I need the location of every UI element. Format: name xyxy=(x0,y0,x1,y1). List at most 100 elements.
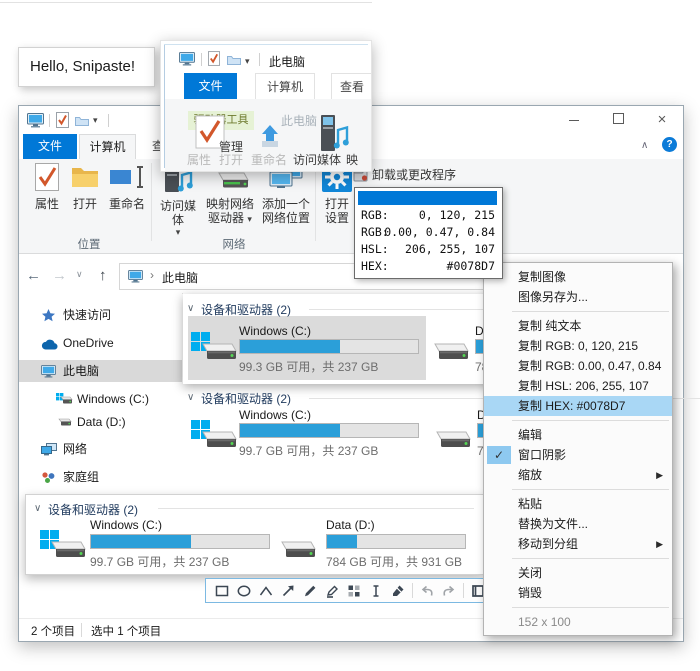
menu-item-copy-plain-text[interactable]: 复制 纯文本 xyxy=(484,316,672,336)
this-pc-icon xyxy=(179,52,195,66)
ribbon-rename-button[interactable]: 重命名 xyxy=(105,162,149,211)
collapse-ribbon-icon[interactable]: ∧ xyxy=(641,140,648,151)
section-header: 设备和驱动器 (2) xyxy=(201,390,291,407)
toolbar-separator-2 xyxy=(463,583,464,598)
hello-snipaste-snip[interactable]: Hello, Snipaste! xyxy=(18,47,155,87)
section-collapse-icon: ∨ xyxy=(187,303,194,314)
menu-item-window-shadow[interactable]: ✓窗口阴影 xyxy=(484,445,672,465)
submenu-arrow-icon: ▶ xyxy=(656,465,663,485)
homegroup-icon xyxy=(41,471,56,484)
arrow-tool[interactable] xyxy=(277,579,299,602)
menu-item-move-to-group[interactable]: 移动到分组▶ xyxy=(484,534,672,554)
back-icon[interactable]: ← xyxy=(26,268,41,283)
media-server-icon xyxy=(318,114,350,154)
sidebar-item-homegroup[interactable]: 家庭组 xyxy=(19,466,182,488)
close-button[interactable]: × xyxy=(641,106,683,134)
rectangle-tool[interactable] xyxy=(211,579,233,602)
menu-item-copy-rgb-float[interactable]: 复制 RGB: 0.00, 0.47, 0.84 xyxy=(484,356,672,376)
maximize-button[interactable] xyxy=(596,106,641,134)
pencil-tool[interactable] xyxy=(299,579,321,602)
snip-btn-open: 打开 xyxy=(219,151,243,168)
menu-item-copy-rgb[interactable]: 复制 RGB: 0, 120, 215 xyxy=(484,336,672,356)
drive-d-icon xyxy=(274,528,320,564)
screen-edge-line xyxy=(0,2,372,3)
menu-item-copy-hex[interactable]: 复制 HEX: #0078D7 xyxy=(484,396,672,416)
sidebar-item-quick-access[interactable]: 快速访问 xyxy=(19,304,182,326)
qat-customize-icon[interactable]: ▾ xyxy=(93,115,98,126)
this-pc-icon xyxy=(27,113,44,128)
polyline-tool[interactable] xyxy=(255,579,277,602)
open-folder-icon xyxy=(70,162,100,192)
ribbon-properties-button[interactable]: 属性 xyxy=(29,162,65,211)
drive-d-icon xyxy=(427,330,473,366)
undo-button[interactable] xyxy=(416,579,438,602)
sidebar-item-network[interactable]: 网络 xyxy=(19,438,182,460)
section-collapse-icon[interactable]: ∨ xyxy=(187,392,194,403)
maximize-icon xyxy=(613,113,624,124)
rgb-row: RGB:0, 120, 215 xyxy=(355,207,502,224)
menu-item-copy-hsl[interactable]: 复制 HSL: 206, 255, 107 xyxy=(484,376,672,396)
close-icon: × xyxy=(658,111,667,128)
menu-item-zoom[interactable]: 缩放▶ xyxy=(484,465,672,485)
color-swatch xyxy=(358,191,497,205)
tab-file[interactable]: 文件 xyxy=(23,134,77,159)
group-label-location: 位置 xyxy=(29,236,149,252)
up-icon[interactable]: ↑ xyxy=(99,268,107,283)
hsl-row: HSL:206, 255, 107 xyxy=(355,241,502,258)
usage-bar xyxy=(239,339,419,354)
sidebar-item-data-d[interactable]: Data (D:) xyxy=(19,411,182,433)
drive-d-icon xyxy=(429,418,475,454)
menu-item-copy-image[interactable]: 复制图像 xyxy=(484,267,672,287)
ellipse-tool[interactable] xyxy=(233,579,255,602)
menu-item-close[interactable]: 关闭 xyxy=(484,563,672,583)
ribbon-access-media-button[interactable]: 访问媒体 ▾ xyxy=(155,162,201,238)
properties-quick-icon[interactable] xyxy=(56,112,69,128)
minimize-button[interactable] xyxy=(551,106,596,134)
forward-icon[interactable]: → xyxy=(52,268,67,283)
group-label-network: 网络 xyxy=(174,236,294,252)
qat-customize-icon: ▾ xyxy=(245,56,250,67)
hello-snipaste-text: Hello, Snipaste! xyxy=(30,58,135,75)
snip-btn-rename: 重命名 xyxy=(251,151,287,168)
qat-separator xyxy=(201,53,202,66)
sidebar-item-windows-c[interactable]: Windows (C:) xyxy=(19,388,182,410)
tab-computer[interactable]: 计算机 xyxy=(79,134,136,160)
ribbon-open-button[interactable]: 打开 xyxy=(67,162,103,211)
drive-c-icon xyxy=(191,330,237,366)
menu-separator xyxy=(512,489,669,490)
drive-tile-windows-c: Windows (C:) 99.3 GB 可用，共 237 GB xyxy=(189,318,425,380)
redo-button[interactable] xyxy=(438,579,460,602)
eraser-tool[interactable] xyxy=(387,579,409,602)
sidebar-item-this-pc[interactable]: 此电脑 xyxy=(19,360,182,382)
menu-item-paste[interactable]: 粘贴 xyxy=(484,494,672,514)
marker-tool[interactable] xyxy=(321,579,343,602)
recent-locations-icon[interactable]: ∨ xyxy=(76,269,83,280)
sidebar-item-onedrive[interactable]: OneDrive xyxy=(19,332,182,354)
menu-size-label: 152 x 100 xyxy=(484,612,672,632)
pinned-snip-bottom[interactable]: ∨ 设备和驱动器 (2) Windows (C:) 99.7 GB 可用，共 2… xyxy=(25,494,484,575)
breadcrumb[interactable]: 此电脑 xyxy=(162,269,198,286)
this-pc-small-icon xyxy=(128,270,143,283)
pinned-snip-top[interactable]: ▾ 此电脑 文件 计算机 查看 驱动器工具 此电脑 管理 属性 打开 重命名 访… xyxy=(160,40,372,172)
drive-tile-windows-c[interactable]: Windows (C:) 99.7 GB 可用，共 237 GB xyxy=(187,406,423,468)
menu-item-replace-with-file[interactable]: 替换为文件... xyxy=(484,514,672,534)
snip-toolbar xyxy=(205,578,485,603)
onedrive-cloud-icon xyxy=(41,339,58,350)
mosaic-tool[interactable] xyxy=(343,579,365,602)
menu-item-destroy[interactable]: 销毁 xyxy=(484,583,672,603)
help-icon[interactable]: ? xyxy=(662,137,677,152)
snip-tab-computer: 计算机 xyxy=(255,73,315,101)
snip-btn-access-media: 访问媒体 xyxy=(293,151,341,168)
drive-tile-data-d: Data (D:) 784 GB 可用，共 931 GB xyxy=(274,515,479,573)
ribbon-separator xyxy=(151,163,152,241)
snip-btn-map: 映 xyxy=(346,151,358,168)
rename-icon xyxy=(109,162,145,192)
breadcrumb-chevron: › xyxy=(150,268,154,282)
menu-separator xyxy=(512,607,669,608)
new-folder-quick-icon[interactable] xyxy=(75,115,89,126)
menu-item-edit[interactable]: 编辑 xyxy=(484,425,672,445)
ribbon: 属性 打开 重命名 访问媒体 ▾ 映射网络 驱动器 ▾ xyxy=(19,159,683,254)
qat-separator-2 xyxy=(108,114,109,127)
text-tool[interactable] xyxy=(365,579,387,602)
menu-item-save-image-as[interactable]: 图像另存为... xyxy=(484,287,672,307)
